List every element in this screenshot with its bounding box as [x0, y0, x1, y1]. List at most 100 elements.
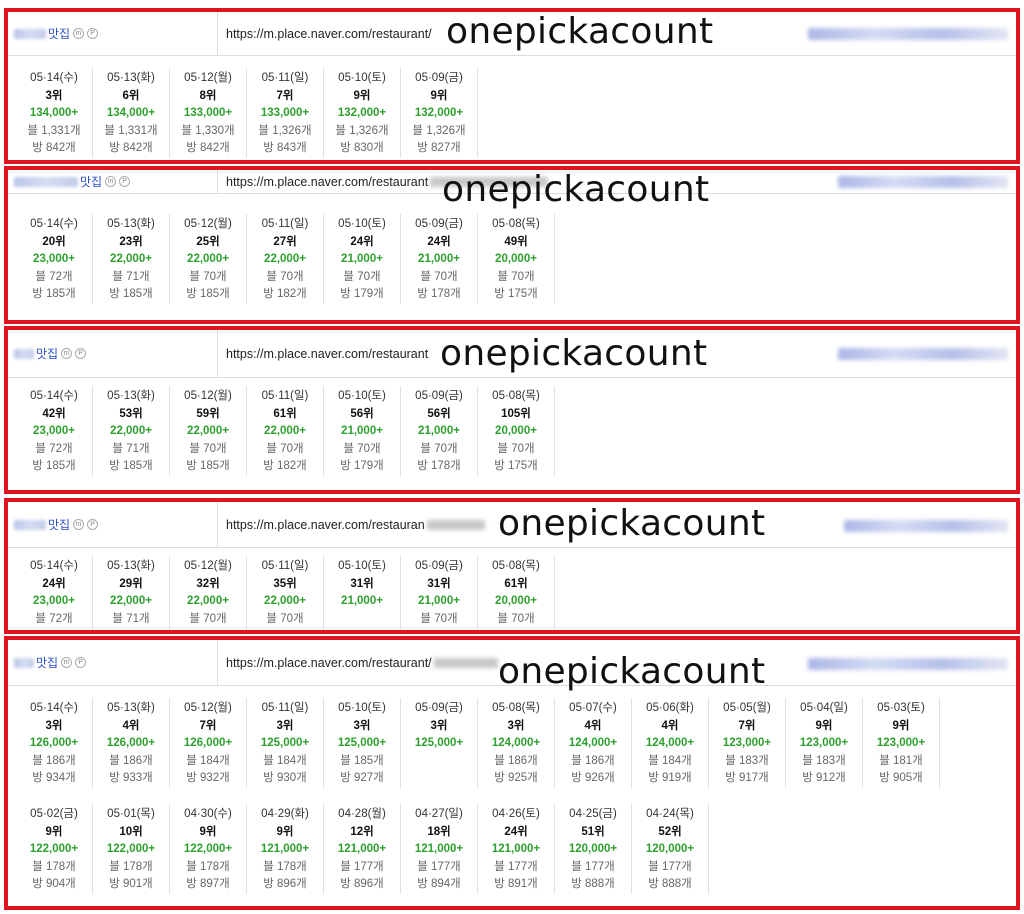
visitor-review-count: 방 175개 — [494, 288, 538, 300]
place-icon: P — [75, 348, 87, 359]
date-label: 04·26(토) — [492, 808, 540, 820]
date-label: 05·13(화) — [107, 390, 155, 402]
day-cell: 05·11(일) 27위 22,000+ 블 70개 방 182개 — [247, 214, 324, 304]
date-label: 05·11(일) — [261, 702, 309, 714]
place-url-text[interactable]: https://m.place.naver.com/restaurant — [226, 175, 428, 189]
blog-review-count: 블 70개 — [420, 270, 458, 283]
saves-count: 21,000+ — [418, 595, 460, 607]
rank-value: 42위 — [42, 407, 66, 420]
rank-value: 24위 — [42, 577, 66, 590]
day-cell: 05·13(화) 4위 126,000+ 블 186개 방 933개 — [93, 698, 170, 788]
place-name[interactable]: 맛집 — [36, 345, 58, 362]
rank-value: 59위 — [196, 407, 220, 420]
place-url-text[interactable]: https://m.place.naver.com/restaurant/ — [226, 656, 432, 670]
place-name-cell[interactable]: 맛집 mP — [8, 170, 218, 193]
rank-value: 7위 — [199, 719, 217, 732]
visitor-review-count: 방 842개 — [32, 142, 76, 154]
visitor-review-count: 방 901개 — [109, 878, 153, 890]
visitor-review-count: 방 185개 — [32, 288, 76, 300]
date-label: 05·08(목) — [492, 218, 540, 230]
blog-review-count: 블 186개 — [32, 754, 76, 767]
place-name-cell[interactable]: 맛집 mP — [8, 502, 218, 547]
place-name[interactable]: 맛집 — [36, 654, 58, 671]
ranking-grid: 05·14(수) 20위 23,000+ 블 72개 방 185개 05·13(화) 23위… — [16, 214, 555, 304]
date-label: 04·30(수) — [184, 808, 232, 820]
day-cell: 05·13(화) 53위 22,000+ 블 71개 방 185개 — [93, 386, 170, 476]
blog-review-count: 블 71개 — [112, 612, 150, 625]
watermark: onepickacount — [446, 11, 714, 52]
place-url[interactable]: https://m.place.naver.com/restaurant — [226, 330, 428, 377]
saves-count: 134,000+ — [106, 107, 156, 119]
visitor-review-count: 방 185개 — [109, 288, 153, 300]
visitor-review-count: 방 934개 — [32, 772, 76, 784]
date-label: 05·09(금) — [415, 218, 463, 230]
rank-value: 9위 — [353, 89, 371, 102]
visitor-review-count — [401, 628, 477, 630]
visitor-review-count — [93, 628, 169, 630]
blog-review-count: 블 177개 — [340, 860, 384, 873]
day-cell: 05·13(화) 29위 22,000+ 블 71개 — [93, 556, 170, 630]
day-cell: 05·11(일) 7위 133,000+ 블 1,326개 방 843개 — [247, 68, 324, 158]
date-label: 05·12(월) — [184, 702, 232, 714]
blog-review-count: 블 186개 — [571, 754, 615, 767]
blog-review-count: 블 186개 — [109, 754, 153, 767]
place-name-cell[interactable]: 맛집 mP — [8, 640, 218, 685]
blog-review-count: 블 1,331개 — [27, 124, 81, 137]
rank-value: 105위 — [501, 407, 531, 420]
date-label: 05·11(일) — [261, 560, 309, 572]
blog-review-count: 블 178개 — [109, 860, 153, 873]
date-label: 04·29(화) — [261, 808, 309, 820]
ranking-grid: 05·14(수) 3위 134,000+ 블 1,331개 방 842개 05·13(화)… — [16, 68, 478, 158]
visitor-review-count: 방 897개 — [186, 878, 230, 890]
saves-count: 21,000+ — [418, 425, 460, 437]
place-url[interactable]: https://m.place.naver.com/restaurant/ — [226, 12, 432, 55]
day-cell: 05·10(토) 31위 21,000+ — [324, 556, 401, 630]
day-cell: 05·14(수) 20위 23,000+ 블 72개 방 185개 — [16, 214, 93, 304]
blog-review-count: 블 70개 — [420, 442, 458, 455]
visitor-review-count: 방 927개 — [340, 772, 384, 784]
blog-review-count: 블 70개 — [497, 442, 535, 455]
date-label: 05·13(화) — [107, 72, 155, 84]
visitor-review-count: 방 182개 — [263, 460, 307, 472]
blurred-keyword — [808, 28, 1008, 40]
date-label: 05·14(수) — [30, 702, 78, 714]
saves-count: 123,000+ — [799, 737, 849, 749]
place-name[interactable]: 맛집 — [80, 173, 102, 190]
place-url-text[interactable]: https://m.place.naver.com/restaurant — [226, 347, 428, 361]
visitor-review-count — [16, 628, 92, 630]
rank-value: 25위 — [196, 235, 220, 248]
visitor-review-count: 방 182개 — [263, 288, 307, 300]
rank-value: 9위 — [815, 719, 833, 732]
place-icon: P — [119, 176, 131, 187]
day-cell: 05·14(수) 3위 126,000+ 블 186개 방 934개 — [16, 698, 93, 788]
blurred-keyword — [838, 348, 1008, 360]
place-name[interactable]: 맛집 — [48, 516, 70, 533]
blurred-url-id — [433, 657, 498, 668]
watermark: onepickacount — [498, 503, 766, 544]
place-name-cell[interactable]: 맛집 mP — [8, 330, 218, 377]
day-cell: 05·09(금) 31위 21,000+ 블 70개 — [401, 556, 478, 630]
place-url[interactable]: https://m.place.naver.com/restaurant/ — [226, 640, 498, 685]
day-cell: 05·12(월) 7위 126,000+ 블 184개 방 932개 — [170, 698, 247, 788]
place-name-cell[interactable]: 맛집 mP — [8, 12, 218, 55]
date-label: 04·25(금) — [569, 808, 617, 820]
blog-review-count: 블 177개 — [494, 860, 538, 873]
place-name[interactable]: 맛집 — [48, 25, 70, 42]
place-url-text[interactable]: https://m.place.naver.com/restauran — [226, 518, 425, 532]
blurred-keyword — [808, 658, 1008, 670]
blurred-keyword — [838, 176, 1008, 188]
place-url-text[interactable]: https://m.place.naver.com/restaurant/ — [226, 27, 432, 41]
visitor-review-count: 방 905개 — [879, 772, 923, 784]
blog-review-count: 블 70개 — [266, 442, 304, 455]
place-url[interactable]: https://m.place.naver.com/restauran — [226, 502, 485, 547]
visitor-review-count: 방 904개 — [32, 878, 76, 890]
visitor-review-count: 방 185개 — [186, 288, 230, 300]
rank-value: 51위 — [581, 825, 605, 838]
blurred-url-id — [426, 519, 485, 530]
map-icon: m — [105, 176, 117, 187]
date-label: 05·14(수) — [30, 72, 78, 84]
blog-review-count: 블 177개 — [417, 860, 461, 873]
saves-count: 22,000+ — [110, 595, 152, 607]
day-cell: 05·07(수) 4위 124,000+ 블 186개 방 926개 — [555, 698, 632, 788]
saves-count: 22,000+ — [187, 253, 229, 265]
